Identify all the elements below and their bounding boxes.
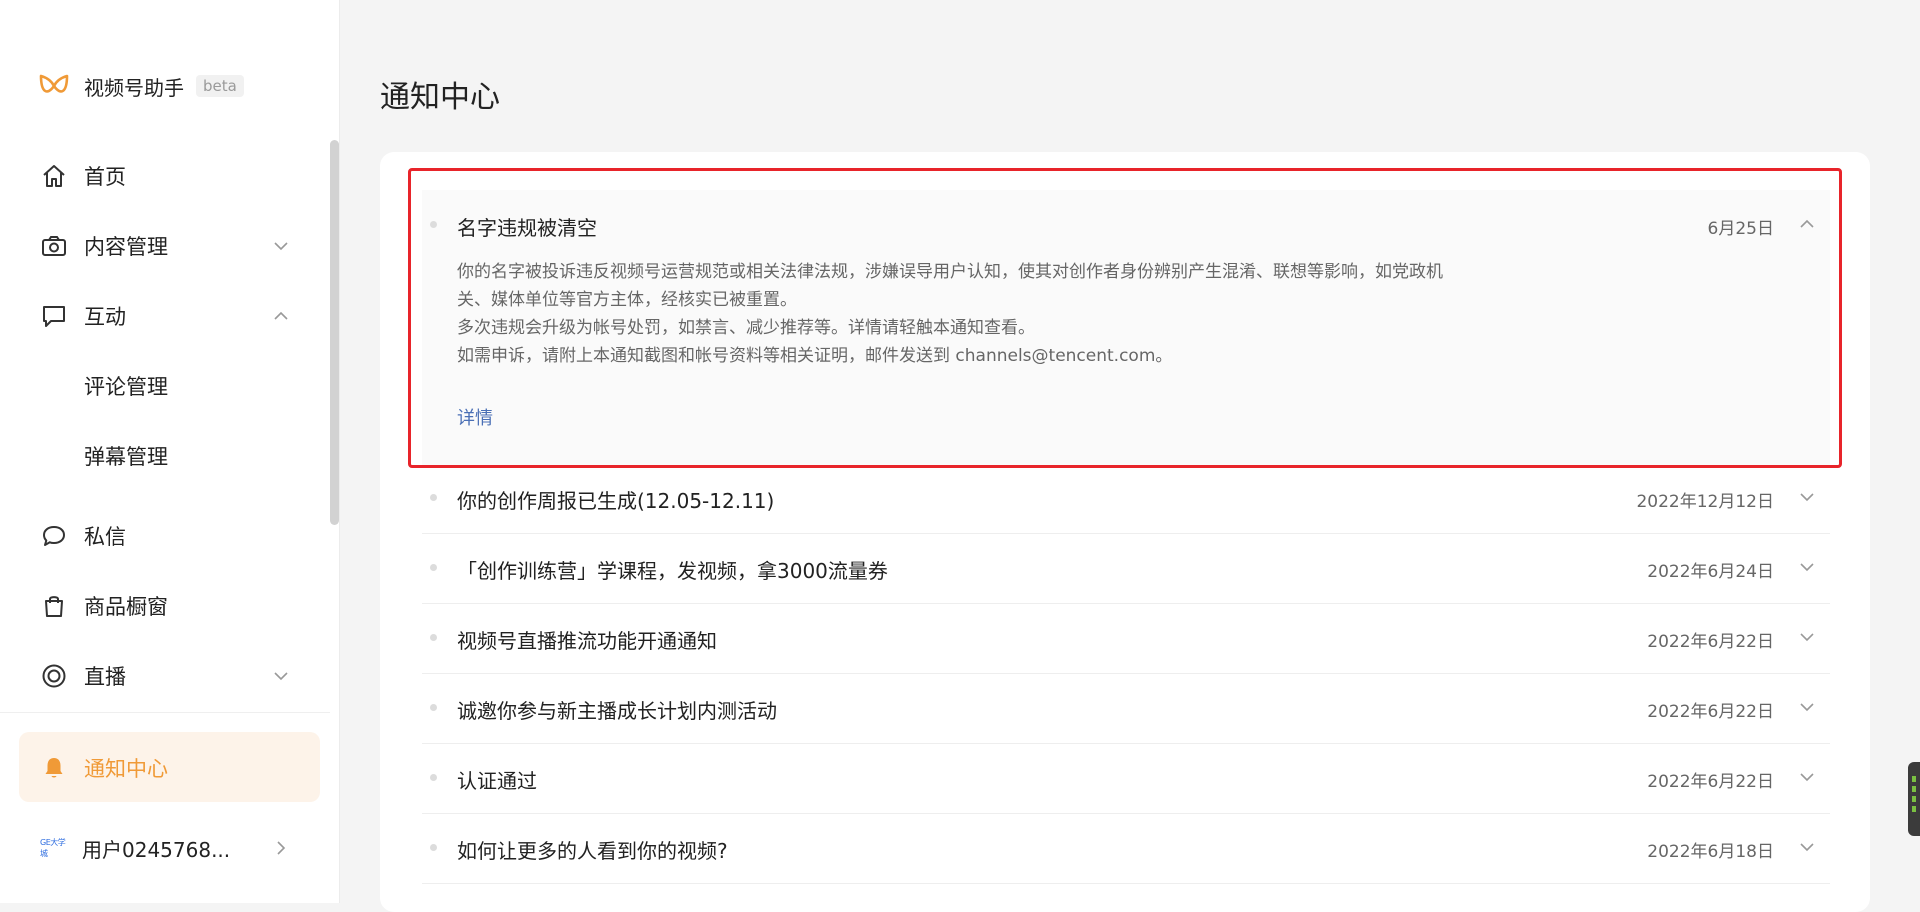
notification-dot — [430, 221, 437, 228]
notification-title[interactable]: 视频号直播推流功能开通通知 — [457, 625, 717, 654]
chevron-right-icon[interactable] — [272, 839, 290, 857]
sidebar-item-label: 私信 — [84, 525, 126, 549]
camera-icon — [42, 236, 66, 256]
row-divider — [422, 743, 1830, 744]
sidebar-item-label: 通知中心 — [84, 757, 168, 781]
notification-date: 2022年6月22日 — [1647, 632, 1774, 652]
brand[interactable]: 视频号助手 beta — [38, 66, 244, 106]
row-divider — [422, 673, 1830, 674]
sidebar-scrollbar[interactable] — [330, 140, 339, 525]
sidebar-divider — [0, 712, 330, 713]
chat-bubble-icon — [43, 526, 65, 546]
chevron-down-icon[interactable] — [1798, 768, 1816, 786]
chevron-up-icon[interactable] — [272, 307, 290, 325]
widget-bar — [1912, 776, 1916, 782]
sidebar-item-content[interactable]: 内容管理 — [40, 226, 290, 266]
row-divider — [422, 533, 1830, 534]
user-profile[interactable]: GE大学城 用户0245768... — [40, 828, 290, 868]
sidebar-item-label: 互动 — [84, 305, 126, 329]
notification-title[interactable]: 「创作训练营」学课程，发视频，拿3000流量券 — [457, 555, 888, 584]
sidebar-item-label: 直播 — [84, 665, 126, 689]
home-icon — [43, 165, 65, 187]
avatar: GE大学城 — [40, 838, 66, 858]
brand-logo-icon — [39, 74, 69, 93]
notification-dot — [430, 564, 437, 571]
brand-name: 视频号助手 — [84, 75, 184, 100]
live-circle-icon — [42, 664, 66, 688]
sidebar-item-interaction[interactable]: 互动 — [40, 296, 290, 336]
sidebar-item-live[interactable]: 直播 — [40, 656, 290, 696]
chevron-up-icon[interactable] — [1798, 215, 1816, 233]
sidebar-item-label: 首页 — [84, 165, 126, 189]
row-divider — [422, 883, 1830, 884]
sidebar-item-label: 评论管理 — [84, 375, 168, 399]
notification-body-line: 关、媒体单位等官方主体，经核实已被重置。 — [457, 290, 797, 310]
notification-dot — [430, 774, 437, 781]
sidebar-item-danmaku[interactable]: 弹幕管理 — [84, 436, 334, 476]
notification-date: 2022年6月24日 — [1647, 562, 1774, 582]
notification-date: 2022年6月22日 — [1647, 772, 1774, 792]
sidebar-item-comments[interactable]: 评论管理 — [84, 366, 334, 406]
chevron-down-icon[interactable] — [1798, 628, 1816, 646]
chevron-down-icon[interactable] — [272, 667, 290, 685]
sidebar-item-label: 内容管理 — [84, 235, 168, 259]
notification-title[interactable]: 如何让更多的人看到你的视频? — [457, 835, 728, 864]
sidebar: 视频号助手 beta 首页 内容管理 互动 评论管理 弹幕管理 私信 商品橱窗 … — [0, 0, 340, 903]
notification-body[interactable]: 你的名字被投诉违反视频号运营规范或相关法律法规，涉嫌误导用户认知，使其对创作者身… — [457, 258, 1487, 370]
sidebar-item-home[interactable]: 首页 — [40, 156, 290, 196]
chevron-down-icon[interactable] — [272, 237, 290, 255]
notification-title[interactable]: 你的创作周报已生成(12.05-12.11) — [457, 485, 774, 514]
notification-dot — [430, 634, 437, 641]
sidebar-item-shop[interactable]: 商品橱窗 — [40, 586, 290, 626]
row-divider — [422, 603, 1830, 604]
shopping-bag-icon — [45, 596, 63, 617]
notification-body-line: 如需申诉，请附上本通知截图和帐号资料等相关证明，邮件发送到 channels@t… — [457, 346, 1173, 366]
bell-icon — [45, 758, 63, 778]
chevron-down-icon[interactable] — [1798, 558, 1816, 576]
notification-title[interactable]: 诚邀你参与新主播成长计划内测活动 — [457, 695, 777, 724]
widget-bar — [1912, 796, 1916, 802]
widget-bar — [1912, 786, 1916, 792]
notification-dot — [430, 704, 437, 711]
sidebar-item-messages[interactable]: 私信 — [40, 516, 290, 556]
widget-bar — [1912, 806, 1916, 812]
details-link[interactable]: 详情 — [457, 404, 493, 430]
notification-body-line: 多次违规会升级为帐号处罚，如禁言、减少推荐等。详情请轻触本通知查看。 — [457, 318, 1035, 338]
chevron-down-icon[interactable] — [1798, 698, 1816, 716]
notification-title[interactable]: 认证通过 — [457, 765, 537, 794]
sidebar-item-label: 商品橱窗 — [84, 595, 168, 619]
notification-date: 6月25日 — [1707, 219, 1774, 239]
message-square-icon — [43, 306, 65, 327]
notification-date: 2022年12月12日 — [1636, 492, 1774, 512]
row-divider — [422, 813, 1830, 814]
chevron-down-icon[interactable] — [1798, 838, 1816, 856]
sidebar-item-label: 弹幕管理 — [84, 445, 168, 469]
notification-title[interactable]: 名字违规被清空 — [457, 212, 597, 241]
chevron-down-icon[interactable] — [1798, 488, 1816, 506]
user-name: 用户0245768... — [82, 837, 231, 862]
notification-dot — [430, 844, 437, 851]
side-widget[interactable] — [1908, 762, 1920, 836]
notification-dot — [430, 494, 437, 501]
notification-date: 2022年6月18日 — [1647, 842, 1774, 862]
sidebar-item-notifications[interactable]: 通知中心 — [40, 748, 290, 788]
page-title: 通知中心 — [380, 80, 500, 115]
beta-badge: beta — [196, 75, 244, 97]
notification-date: 2022年6月22日 — [1647, 702, 1774, 722]
notification-body-line: 你的名字被投诉违反视频号运营规范或相关法律法规，涉嫌误导用户认知，使其对创作者身… — [457, 262, 1443, 282]
